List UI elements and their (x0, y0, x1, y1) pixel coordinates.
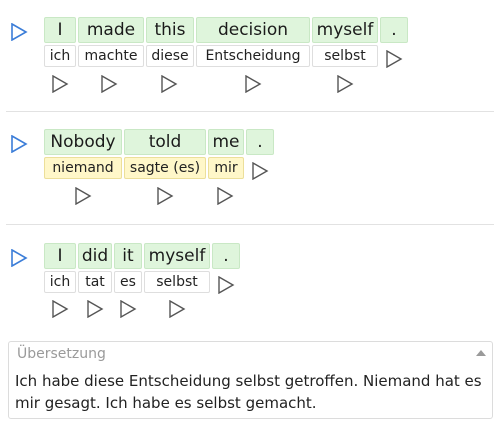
german-gloss[interactable]: selbst (312, 45, 378, 67)
english-punctuation[interactable]: . (246, 129, 274, 155)
word-play-icon[interactable] (86, 300, 104, 318)
word-play-icon[interactable] (51, 75, 69, 93)
word-play-icon[interactable] (336, 75, 354, 93)
english-word[interactable]: I (44, 17, 76, 43)
english-word[interactable]: did (78, 243, 112, 269)
english-word[interactable]: told (124, 129, 206, 155)
german-gloss[interactable]: ich (44, 271, 76, 293)
word-play-icon[interactable] (216, 187, 234, 205)
word-play-icon[interactable] (51, 300, 69, 318)
german-gloss[interactable]: niemand (44, 157, 122, 179)
german-gloss[interactable]: Entscheidung (196, 45, 310, 67)
german-gloss[interactable]: sagte (es) (124, 157, 206, 179)
german-gloss[interactable]: diese (146, 45, 194, 67)
english-word[interactable]: myself (312, 17, 378, 43)
word-play-icon[interactable] (160, 75, 178, 93)
english-word[interactable]: Nobody (44, 129, 122, 155)
sentence-1-play-icon[interactable] (10, 23, 28, 41)
german-gloss[interactable]: tat (78, 271, 112, 293)
german-gloss[interactable]: ich (44, 45, 76, 67)
divider (6, 224, 494, 225)
sentence-3-play-icon[interactable] (10, 249, 28, 267)
german-gloss[interactable]: machte (78, 45, 144, 67)
gloss-play-icon[interactable] (217, 276, 235, 294)
gloss-play-icon[interactable] (385, 50, 403, 68)
english-word[interactable]: this (146, 17, 194, 43)
gloss-play-icon[interactable] (251, 162, 269, 180)
collapse-caret-icon[interactable] (476, 350, 486, 356)
english-word[interactable]: me (208, 129, 244, 155)
word-play-icon[interactable] (100, 75, 118, 93)
english-word[interactable]: it (114, 243, 142, 269)
english-word[interactable]: myself (144, 243, 210, 269)
translation-text: Ich habe diese Entscheidung selbst getro… (15, 372, 482, 412)
translation-label: Übersetzung (17, 346, 106, 362)
sentence-2-play-icon[interactable] (10, 135, 28, 153)
word-play-icon[interactable] (244, 75, 262, 93)
german-gloss[interactable]: selbst (144, 271, 210, 293)
word-play-icon[interactable] (156, 187, 174, 205)
english-word[interactable]: made (78, 17, 144, 43)
german-gloss[interactable]: mir (208, 157, 244, 179)
english-punctuation[interactable]: . (380, 17, 408, 43)
divider (6, 111, 494, 112)
english-word[interactable]: decision (196, 17, 310, 43)
word-play-icon[interactable] (168, 300, 186, 318)
english-punctuation[interactable]: . (212, 243, 240, 269)
german-gloss[interactable]: es (114, 271, 142, 293)
translation-panel[interactable]: Übersetzung Ich habe diese Entscheidung … (8, 341, 493, 419)
word-play-icon[interactable] (74, 187, 92, 205)
word-play-icon[interactable] (119, 300, 137, 318)
english-word[interactable]: I (44, 243, 76, 269)
